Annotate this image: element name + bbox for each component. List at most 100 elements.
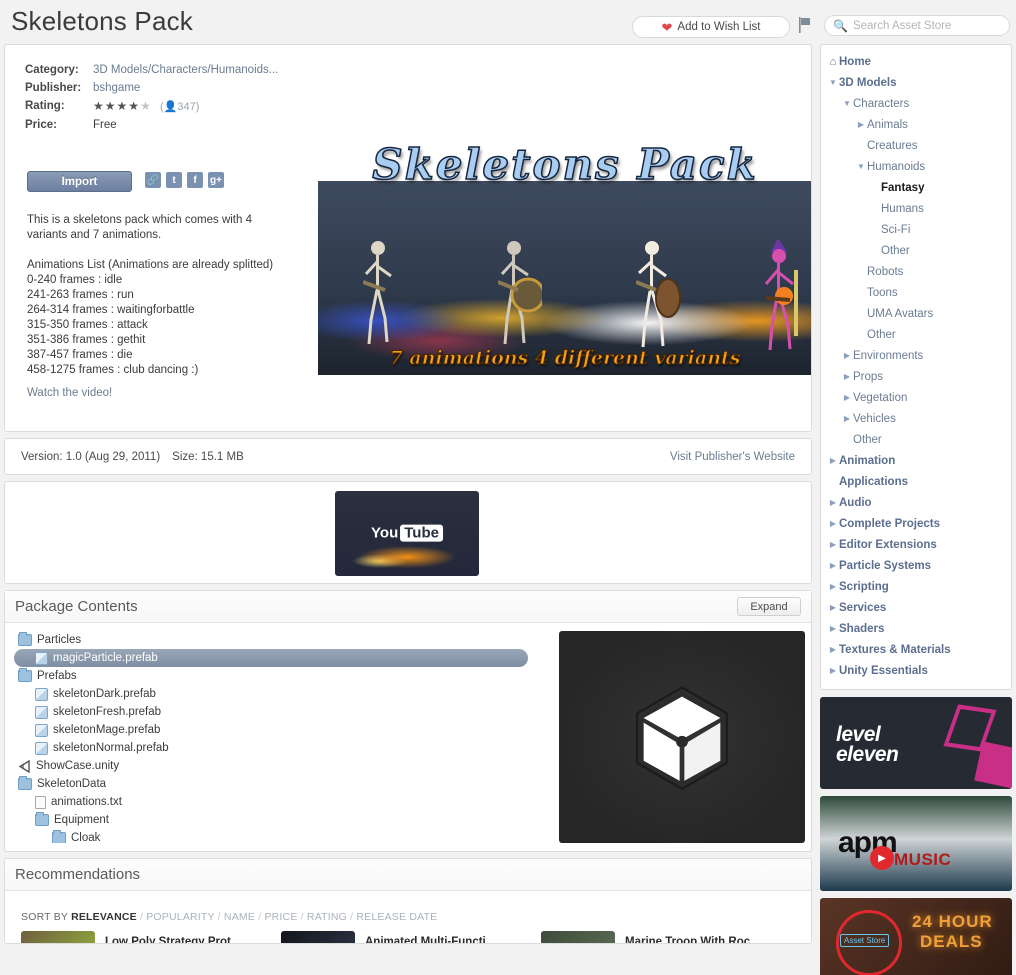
youtube-logo-icon: You Tube (371, 524, 443, 542)
ad-apm-music[interactable]: apm ▶ MUSIC (820, 796, 1012, 891)
sidebar-item-audio[interactable]: ▶ Audio (821, 492, 1011, 513)
sidebar-item-label: Other (881, 244, 910, 257)
sidebar-item-applications[interactable]: Applications (821, 471, 1011, 492)
sidebar-item-3d-models[interactable]: ▼ 3D Models (821, 72, 1011, 93)
expand-button[interactable]: Expand (737, 597, 801, 616)
recommendation-card[interactable]: Marine Troop With Roc... (541, 931, 801, 943)
chevron-right-icon[interactable]: ▶ (827, 561, 839, 570)
sidebar-item-characters[interactable]: ▼ Characters (821, 93, 1011, 114)
chevron-right-icon[interactable]: ▶ (827, 582, 839, 591)
recommendations-title: Recommendations (15, 866, 141, 883)
add-to-wish-list-button[interactable]: ❤ Add to Wish List (632, 16, 790, 38)
package-file-tree[interactable]: Particles magicParticle.prefab Prefabs skel… (14, 631, 528, 843)
chevron-right-icon[interactable]: ▶ (827, 603, 839, 612)
sidebar-item-animation[interactable]: ▶ Animation (821, 450, 1011, 471)
file-tree-row[interactable]: Prefabs (14, 667, 528, 685)
googleplus-icon[interactable]: g+ (208, 172, 224, 188)
file-tree-row[interactable]: skeletonDark.prefab (14, 685, 528, 703)
sort-option[interactable]: RATING (307, 911, 347, 923)
chevron-down-icon[interactable]: ▼ (827, 78, 839, 87)
link-icon[interactable]: 🔗 (145, 172, 161, 188)
chevron-right-icon[interactable]: ▶ (827, 456, 839, 465)
facebook-icon[interactable]: f (187, 172, 203, 188)
sidebar-item-services[interactable]: ▶ Services (821, 597, 1011, 618)
file-tree-row[interactable]: SkeletonData (14, 775, 528, 793)
sidebar-item-scripting[interactable]: ▶ Scripting (821, 576, 1011, 597)
chevron-right-icon[interactable]: ▶ (841, 372, 853, 381)
sidebar-item-unity-essentials[interactable]: ▶ Unity Essentials (821, 660, 1011, 681)
file-tree-row[interactable]: Particles (14, 631, 528, 649)
sidebar-item-particle-systems[interactable]: ▶ Particle Systems (821, 555, 1011, 576)
file-tree-row[interactable]: skeletonNormal.prefab (14, 739, 528, 757)
import-button[interactable]: Import (27, 171, 132, 192)
file-tree-row[interactable]: animations.txt (14, 793, 528, 811)
sidebar-item-creatures[interactable]: Creatures (821, 135, 1011, 156)
chevron-down-icon[interactable]: ▼ (855, 162, 867, 171)
sidebar-item-home[interactable]: ⌂ Home (821, 51, 1011, 72)
chevron-right-icon[interactable]: ▶ (827, 519, 839, 528)
sidebar-item-other[interactable]: Other (821, 240, 1011, 261)
publisher-value[interactable]: bshgame (93, 81, 278, 99)
category-value[interactable]: 3D Models/Characters/Humanoids... (93, 63, 278, 81)
sidebar-item-fantasy[interactable]: Fantasy (821, 177, 1011, 198)
search-input[interactable] (852, 19, 1003, 32)
watch-video-link[interactable]: Watch the video! (27, 387, 112, 399)
category-label: Category: (25, 64, 79, 76)
sidebar-item-editor-extensions[interactable]: ▶ Editor Extensions (821, 534, 1011, 555)
sidebar-item-toons[interactable]: Toons (821, 282, 1011, 303)
file-tree-row[interactable]: Cloak (14, 829, 528, 843)
deals-line2: DEALS (920, 932, 983, 951)
chevron-down-icon[interactable]: ▼ (841, 99, 853, 108)
chevron-right-icon[interactable]: ▶ (827, 498, 839, 507)
recommendation-card[interactable]: Low Poly Strategy Prot... (21, 931, 281, 943)
sidebar-item-uma-avatars[interactable]: UMA Avatars (821, 303, 1011, 324)
file-tree-row[interactable]: Equipment (14, 811, 528, 829)
sidebar-item-other[interactable]: Other (821, 324, 1011, 345)
sidebar-item-shaders[interactable]: ▶ Shaders (821, 618, 1011, 639)
sidebar-item-complete-projects[interactable]: ▶ Complete Projects (821, 513, 1011, 534)
chevron-right-icon[interactable]: ▶ (841, 414, 853, 423)
sidebar-item-label: Other (853, 433, 882, 446)
file-tree-row[interactable]: skeletonFresh.prefab (14, 703, 528, 721)
search-box[interactable]: 🔍 (824, 15, 1010, 36)
sidebar-item-humanoids[interactable]: ▼ Humanoids (821, 156, 1011, 177)
sidebar-item-props[interactable]: ▶ Props (821, 366, 1011, 387)
sidebar-item-sci-fi[interactable]: Sci-Fi (821, 219, 1011, 240)
visit-publisher-website-link[interactable]: Visit Publisher's Website (670, 451, 795, 463)
chevron-right-icon[interactable]: ▶ (841, 351, 853, 360)
twitter-icon[interactable]: t (166, 172, 182, 188)
file-tree-row[interactable]: ShowCase.unity (14, 757, 528, 775)
price-value: Free (93, 119, 117, 131)
sidebar-item-robots[interactable]: Robots (821, 261, 1011, 282)
ad-level-eleven[interactable]: level eleven (820, 697, 1012, 789)
ad-24-hour-deals[interactable]: Asset Store 24 HOUR DEALS 08 : 12 : 46 (820, 898, 1012, 975)
chevron-right-icon[interactable]: ▶ (827, 666, 839, 675)
sort-option[interactable]: PRICE (264, 911, 297, 923)
recommendation-name: Animated Multi-Functi... (365, 936, 496, 944)
file-tree-label: Equipment (54, 814, 109, 826)
chevron-right-icon[interactable]: ▶ (841, 393, 853, 402)
recommendation-card[interactable]: Animated Multi-Functi... (281, 931, 541, 944)
sort-option-active[interactable]: RELEVANCE (71, 911, 137, 923)
sidebar-item-animals[interactable]: ▶ Animals (821, 114, 1011, 135)
sidebar-item-environments[interactable]: ▶ Environments (821, 345, 1011, 366)
wishlist-label: Add to Wish List (677, 21, 761, 33)
sort-option[interactable]: NAME (224, 911, 255, 923)
main-column: Category: 3D Models/Characters/Humanoids… (4, 44, 812, 950)
file-tree-row[interactable]: skeletonMage.prefab (14, 721, 528, 739)
chevron-right-icon[interactable]: ▶ (855, 120, 867, 129)
chevron-right-icon[interactable]: ▶ (827, 540, 839, 549)
sidebar-item-vehicles[interactable]: ▶ Vehicles (821, 408, 1011, 429)
flag-icon[interactable] (798, 17, 812, 33)
sort-option[interactable]: RELEASE DATE (356, 911, 437, 923)
chevron-right-icon[interactable]: ▶ (827, 645, 839, 654)
sort-option[interactable]: POPULARITY (146, 911, 214, 923)
youtube-video-thumbnail[interactable]: You Tube (335, 491, 479, 576)
sidebar-item-other[interactable]: Other (821, 429, 1011, 450)
sidebar-item-vegetation[interactable]: ▶ Vegetation (821, 387, 1011, 408)
chevron-right-icon[interactable]: ▶ (827, 624, 839, 633)
sidebar-item-humans[interactable]: Humans (821, 198, 1011, 219)
sidebar-item-textures-materials[interactable]: ▶ Textures & Materials (821, 639, 1011, 660)
file-tree-row[interactable]: magicParticle.prefab (14, 649, 528, 667)
package-contents-header: Package Contents Expand (5, 591, 811, 623)
